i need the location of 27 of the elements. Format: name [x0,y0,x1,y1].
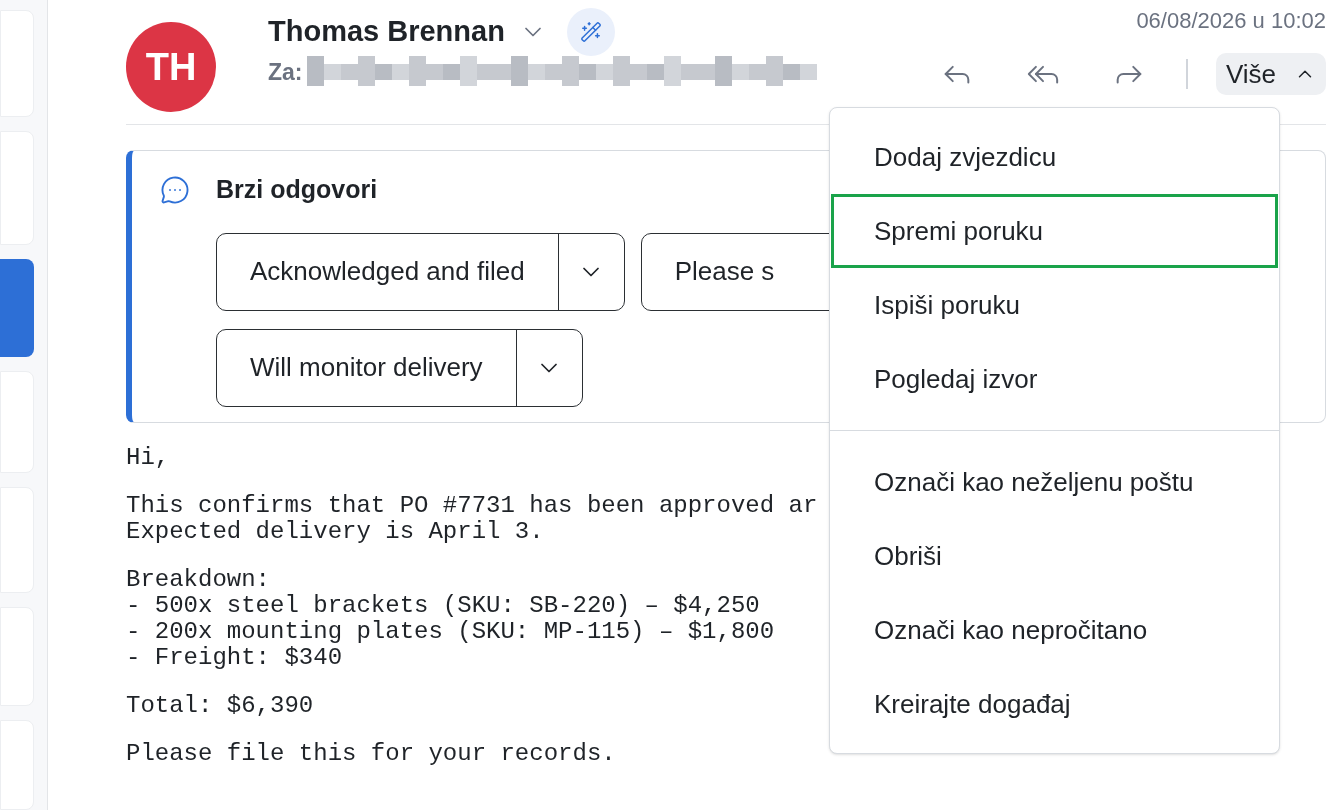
menu-item[interactable]: Spremi poruku [831,194,1278,268]
menu-item[interactable]: Pogledaj izvor [831,342,1278,416]
message-line: Hi, [126,445,170,471]
message-line: Please file this for your records. [126,741,616,767]
message-line: - Freight: $340 [126,645,343,671]
chat-bubble-icon [160,174,190,205]
message-line: - 200x mounting plates (SKU: MP-115) – $1,800 [126,619,775,645]
message-line: - 500x steel brackets (SKU: SB-220) – $4,250 [126,593,760,619]
to-label: Za: [268,57,303,87]
message-line: Total: $6,390 [126,693,314,719]
message-line: Expected delivery is April 3. [126,519,544,545]
quick-reply-button[interactable]: Will monitor delivery [216,328,583,407]
magic-wand-icon [579,21,602,43]
date-text: 06/08/2026 u 10:02 [1136,7,1326,35]
menu-item[interactable]: Dodaj zvjezdicu [831,120,1278,194]
message-line: This confirms that PO #7731 has been approved ar [126,493,818,519]
quick-reply-button[interactable]: Acknowledged and filed [216,232,625,311]
message-line: Breakdown: [126,567,271,593]
menu-item[interactable]: Obriši [831,519,1278,593]
menu-item[interactable]: Označi kao nepročitano [831,593,1278,667]
quick-replies-title: Brzi odgovori [216,174,378,205]
sender-name: Thomas Brennan [268,14,505,50]
menu-item[interactable]: Kreirajte događaj [831,667,1278,741]
avatar: TH [126,22,216,112]
magic-wand-button[interactable] [566,8,615,56]
menu-item[interactable]: Označi kao neželjenu poštu [831,445,1278,519]
more-button[interactable]: Više [1215,53,1326,95]
